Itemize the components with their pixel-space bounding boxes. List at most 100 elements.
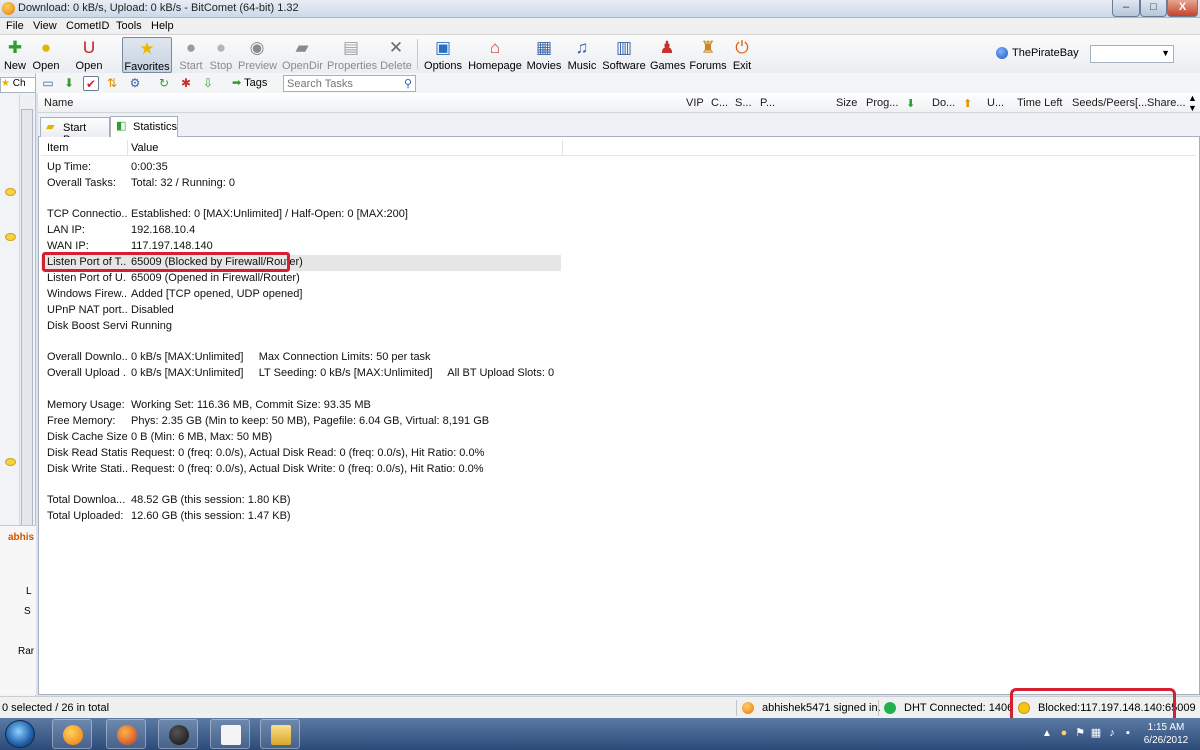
stat-row[interactable]: Windows Firew... Added [TCP opened, UDP o…	[41, 287, 561, 303]
stat-row[interactable]: Disk Cache Size: 0 B (Min: 6 MB, Max: 50 …	[41, 430, 561, 446]
stat-row[interactable]: Overall Downlo... 0 kB/s [MAX:Unlimited] …	[41, 350, 561, 366]
chevron-down-icon[interactable]: ▼	[1161, 48, 1170, 58]
folder-icon: ▰	[295, 38, 309, 57]
share-icon[interactable]: ✱	[178, 76, 194, 91]
start-button[interactable]: ● Start	[178, 37, 204, 73]
list-icon[interactable]: ▭	[40, 76, 56, 91]
stat-row[interactable]: Listen Port of U... 65009 (Opened in Fire…	[41, 271, 561, 287]
site-search-combo[interactable]: ▼	[1090, 45, 1174, 63]
stat-row[interactable]: TCP Connectio... Established: 0 [MAX:Unli…	[41, 207, 561, 223]
column-progress[interactable]: Prog...	[866, 97, 898, 109]
search-icon[interactable]: ⚲	[404, 77, 412, 90]
star-icon: ★	[1, 78, 10, 89]
column-c[interactable]: C...	[711, 97, 728, 109]
tab-start-page[interactable]: ▰Start Page	[40, 117, 110, 146]
properties-button[interactable]: ▤ Properties	[327, 37, 377, 73]
column-seeds-peers[interactable]: Seeds/Peers[...	[1072, 97, 1147, 109]
stat-row[interactable]: Disk Write Stati... Request: 0 (freq: 0.0…	[41, 462, 561, 478]
import-icon[interactable]: ⇩	[200, 76, 216, 91]
menu-help[interactable]: Help	[151, 20, 174, 32]
check-icon[interactable]: ✔	[83, 76, 99, 91]
tab-bar: ▰Start Page ◧Statistics	[38, 113, 1200, 146]
menu-cometid[interactable]: CometID	[66, 20, 109, 32]
menu-tools[interactable]: Tools	[116, 20, 142, 32]
exit-button[interactable]: ⏻ Exit	[731, 37, 753, 73]
stat-row[interactable]: Overall Tasks: Total: 32 / Running: 0	[41, 176, 561, 192]
search-site-selector[interactable]: ThePirateBay	[996, 46, 1088, 62]
taskbar-bitcomet[interactable]	[52, 719, 92, 749]
up-down-arrows-icon[interactable]: ⇅	[104, 76, 120, 91]
homepage-button[interactable]: ⌂ Homepage	[468, 37, 522, 73]
column-time-left[interactable]: Time Left	[1017, 97, 1062, 109]
new-task-icon: ✚	[7, 38, 23, 57]
options-button[interactable]: ▣ Options	[424, 37, 462, 73]
new-button[interactable]: ✚ New	[2, 37, 28, 73]
start-button[interactable]	[5, 720, 35, 748]
flag-icon[interactable]: ⚑	[1074, 727, 1086, 739]
stat-row[interactable]: Disk Read Statis...Request: 0 (freq: 0.0…	[41, 446, 561, 462]
stat-row[interactable]: Disk Boost Servi...Running	[41, 319, 561, 335]
stat-row[interactable]: Up Time: 0:00:35	[41, 160, 561, 176]
column-value[interactable]: Value	[131, 142, 158, 154]
tags-button[interactable]: ➡ Tags	[232, 76, 267, 89]
taskbar-explorer[interactable]	[260, 719, 300, 749]
music-button[interactable]: ♫ Music	[567, 37, 597, 73]
column-s[interactable]: S...	[735, 97, 752, 109]
signed-in-status[interactable]: abhishek5471 signed in.	[762, 702, 881, 714]
column-share[interactable]: Share...	[1147, 97, 1186, 109]
tray-expand-icon[interactable]: ▲	[1042, 728, 1052, 739]
download-arrow-icon[interactable]: ⬇	[61, 76, 77, 91]
list-scroll-arrows[interactable]: ▲ ▼	[1185, 93, 1200, 113]
favorites-button[interactable]: ★ Favorites	[122, 37, 172, 73]
delete-button[interactable]: ✕ Delete	[380, 37, 412, 73]
close-button[interactable]: X	[1167, 0, 1198, 17]
left-tab-channels[interactable]: ★ Ch	[0, 77, 36, 93]
refresh-icon[interactable]: ↻	[156, 76, 172, 91]
opendir-button[interactable]: ▰ OpenDir	[282, 37, 323, 73]
tray-icon[interactable]: ▪	[1122, 727, 1134, 739]
games-button[interactable]: ♟ Games	[650, 37, 685, 73]
column-upload[interactable]: U...	[987, 97, 1004, 109]
minimize-button[interactable]: –	[1112, 0, 1140, 17]
menu-view[interactable]: View	[33, 20, 57, 32]
stat-row[interactable]: LAN IP: 192.168.10.4	[41, 223, 561, 239]
column-item[interactable]: Item	[47, 142, 68, 154]
column-size[interactable]: Size	[836, 97, 857, 109]
column-vip[interactable]: VIP	[686, 97, 704, 109]
stop-button[interactable]: ● Stop	[208, 37, 234, 73]
task-search-box[interactable]: ⚲	[283, 75, 416, 92]
column-name[interactable]: Name	[44, 97, 73, 109]
column-p[interactable]: P...	[760, 97, 775, 109]
movies-button[interactable]: ▦ Movies	[526, 37, 562, 73]
stat-row[interactable]: UPnP NAT port... Disabled	[41, 303, 561, 319]
tab-statistics[interactable]: ◧ Statistics	[110, 116, 178, 138]
menu-bar: File View CometID Tools Help	[0, 18, 1200, 35]
preview-button[interactable]: ◉ Preview	[238, 37, 277, 73]
open-button[interactable]: ● Open	[31, 37, 61, 73]
system-tray: ▲ ● ⚑ ▦ ♪ ▪ 1:15 AM 6/26/2012	[1038, 718, 1200, 750]
taskbar-firefox[interactable]	[106, 719, 146, 749]
taskbar-app[interactable]	[158, 719, 198, 749]
scroll-thumb[interactable]	[21, 109, 33, 539]
stat-row[interactable]: Total Downloa... 48.52 GB (this session: …	[41, 493, 561, 509]
menu-file[interactable]: File	[6, 20, 24, 32]
stat-row[interactable]: Memory Usage: Working Set: 116.36 MB, Com…	[41, 398, 561, 414]
taskbar-document[interactable]	[210, 719, 250, 749]
settings-gear-icon[interactable]: ⚙	[127, 76, 143, 91]
forums-button[interactable]: ♜ Forums	[688, 37, 728, 73]
task-search-input[interactable]	[284, 76, 394, 91]
dht-status[interactable]: DHT Connected: 1406	[904, 702, 1013, 714]
open-url-button[interactable]: UOpen URL	[65, 37, 113, 84]
column-download[interactable]: Do...	[932, 97, 955, 109]
network-icon[interactable]: ▦	[1090, 727, 1102, 739]
tray-bitcomet-icon[interactable]: ●	[1058, 727, 1070, 739]
volume-icon[interactable]: ♪	[1106, 727, 1118, 739]
software-button[interactable]: ▥ Software	[602, 37, 646, 73]
clock[interactable]: 1:15 AM 6/26/2012	[1136, 721, 1196, 747]
stat-row[interactable]: Total Uploaded: 12.60 GB (this session: 1…	[41, 509, 561, 525]
tag-icon: ➡	[232, 77, 242, 89]
stat-row[interactable]: Free Memory: Phys: 2.35 GB (Min to keep: …	[41, 414, 561, 430]
maximize-button[interactable]: □	[1140, 0, 1167, 17]
stat-row[interactable]: Overall Upload ... 0 kB/s [MAX:Unlimited]…	[41, 366, 741, 382]
left-scrollbar[interactable]	[19, 95, 34, 575]
